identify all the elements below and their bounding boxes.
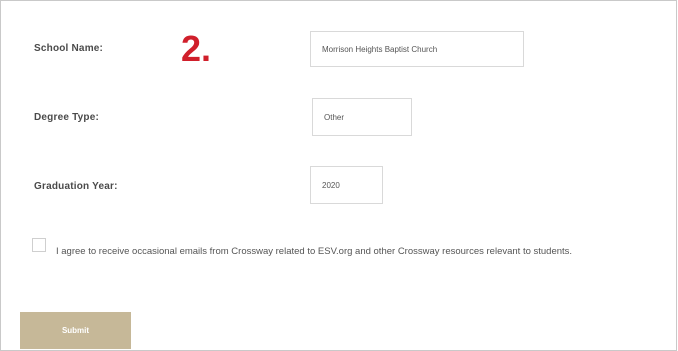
degree-type-select[interactable]: Other [312,98,412,136]
degree-type-label: Degree Type: [34,112,100,123]
submit-button[interactable]: Submit [20,312,131,349]
school-name-input[interactable]: Morrison Heights Baptist Church [310,31,524,67]
graduation-year-label: Graduation Year: [34,181,118,192]
student-info-form: School Name: 2. Morrison Heights Baptist… [0,0,677,351]
consent-text: I agree to receive occasional emails fro… [56,246,573,257]
graduation-year-input[interactable]: 2020 [310,166,383,204]
school-name-label: School Name: [34,43,104,54]
step-number-annotation: 2. [181,28,212,69]
